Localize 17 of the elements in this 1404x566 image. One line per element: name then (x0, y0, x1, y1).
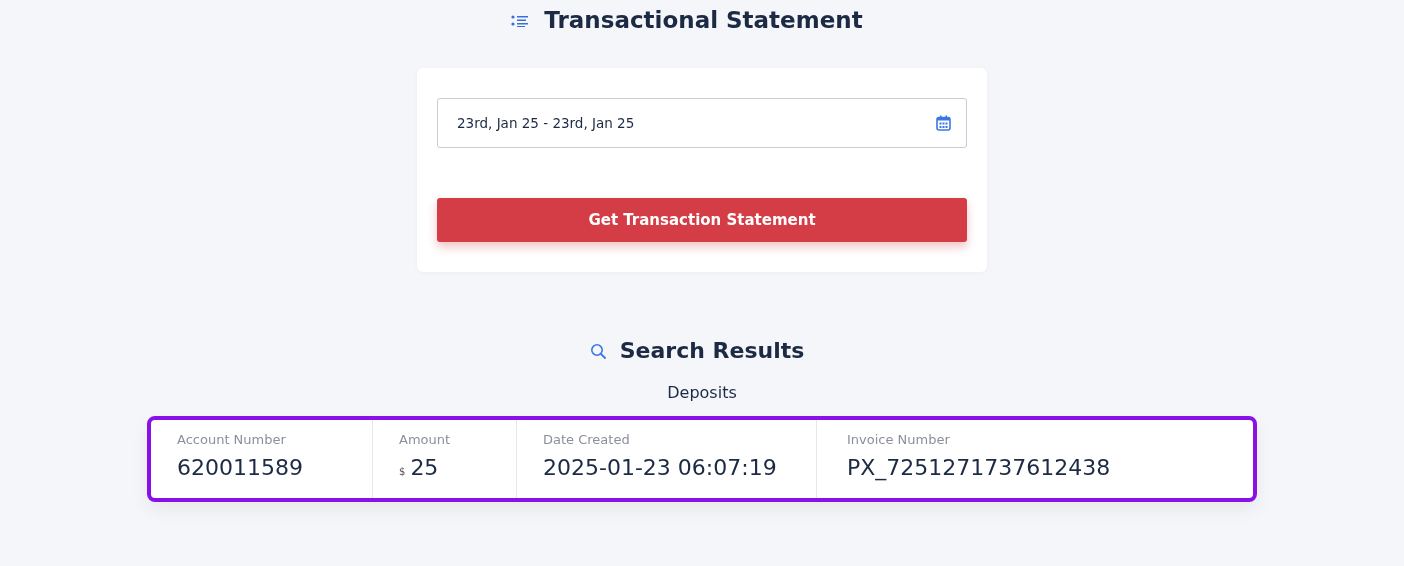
currency-symbol: $ (399, 466, 406, 477)
field-label: Account Number (177, 432, 287, 448)
calendar-icon[interactable] (936, 115, 951, 131)
page-title: Transactional Statement (544, 6, 863, 35)
field-value: 620011589 (177, 454, 303, 482)
field-label: Date Created (543, 432, 631, 448)
search-icon (589, 343, 606, 359)
results-title: Search Results (619, 337, 805, 365)
field-value: PX_7251271737612438 (847, 454, 1111, 482)
list-icon (511, 13, 529, 27)
field-label: Amount (399, 432, 452, 448)
field-label: Invoice Number (847, 432, 951, 448)
date-range-field[interactable]: 23rd, Jan 25 - 23rd, Jan 25 (437, 98, 967, 148)
field-value: 25 (410, 454, 439, 482)
section-title: Deposits (667, 382, 737, 404)
field-value: 2025-01-23 06:07:19 (543, 454, 777, 482)
get-statement-button[interactable]: Get Transaction Statement (437, 198, 967, 242)
